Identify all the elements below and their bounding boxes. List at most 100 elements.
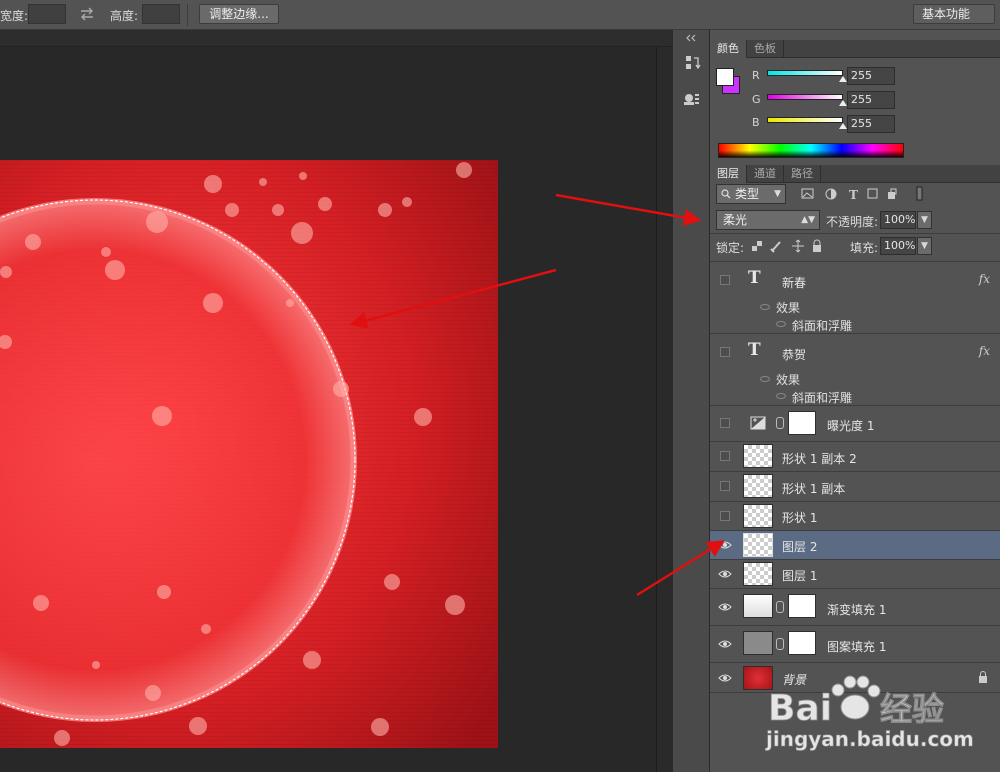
swap-icon[interactable] (79, 6, 95, 22)
height-field[interactable] (142, 4, 180, 24)
channel-r-slider[interactable] (767, 70, 843, 76)
eye-icon[interactable] (718, 567, 732, 581)
visibility-toggle[interactable] (720, 275, 730, 285)
eye-icon[interactable] (718, 600, 732, 614)
link-icon[interactable] (776, 638, 784, 650)
channel-b-slider[interactable] (767, 117, 843, 123)
filter-kind-label: 类型 (735, 187, 760, 201)
layer-row-gradient-fill[interactable]: 渐变填充 1 (710, 589, 1000, 626)
effect-bevel-label[interactable]: 斜面和浮雕 (792, 389, 852, 406)
layer-name[interactable]: 形状 1 副本 2 (782, 450, 857, 467)
layer-thumbnail[interactable] (743, 562, 773, 586)
tab-paths[interactable]: 路径 (784, 165, 821, 183)
color-panel-tabs: 颜色 色板 (710, 40, 1000, 58)
visibility-toggle[interactable] (720, 347, 730, 357)
layer-thumbnail[interactable] (743, 504, 773, 528)
blend-mode-value: 柔光 (723, 213, 748, 227)
canvas-image[interactable] (0, 160, 498, 748)
channel-g-slider[interactable] (767, 94, 843, 100)
layer-name[interactable]: 背景 (782, 671, 806, 688)
layer-row-pattern-fill[interactable]: 图案填充 1 (710, 626, 1000, 663)
layer-thumbnail[interactable] (743, 533, 773, 557)
link-icon[interactable] (776, 601, 784, 613)
properties-panel-button[interactable] (679, 88, 705, 112)
layer-row-shape-copy[interactable]: 形状 1 副本 (710, 472, 1000, 502)
layer-name[interactable]: 曝光度 1 (827, 417, 874, 434)
gradient-fill-thumbnail[interactable] (743, 594, 773, 618)
history-panel-button[interactable] (679, 52, 705, 76)
layer-name[interactable]: 形状 1 (782, 509, 817, 526)
visibility-toggle[interactable] (720, 481, 730, 491)
visibility-toggle[interactable] (720, 418, 730, 428)
layer-mask-thumbnail[interactable] (788, 594, 816, 618)
blend-mode-dropdown[interactable]: 柔光 ▲▼ (716, 210, 820, 230)
collapse-icon[interactable] (684, 34, 698, 42)
channel-b-input[interactable]: 255 (847, 115, 895, 133)
layer-row-background[interactable]: 背景 (710, 663, 1000, 693)
layer-mask-thumbnail[interactable] (788, 631, 816, 655)
layer-thumbnail[interactable] (743, 474, 773, 498)
layer-row-text-xinchun[interactable]: T 新春 fx 效果 斜面和浮雕 (710, 262, 1000, 334)
layer-name[interactable]: 图层 2 (782, 538, 817, 555)
effects-label: 效果 (776, 301, 801, 315)
layer-row-shape-copy2[interactable]: 形状 1 副本 2 (710, 442, 1000, 472)
layer-row-layer-2[interactable]: 图层 2 (710, 531, 1000, 560)
fx-icon[interactable]: fx (979, 344, 990, 358)
refine-edge-button[interactable]: 调整边缘... (199, 4, 279, 24)
link-icon[interactable] (776, 417, 784, 429)
channel-g-input[interactable]: 255 (847, 91, 895, 109)
layer-name[interactable]: 图案填充 1 (827, 638, 886, 655)
channel-g-thumb[interactable] (839, 100, 847, 106)
layer-name[interactable]: 形状 1 副本 (782, 480, 845, 497)
layer-filter-dropdown[interactable]: 类型 ▼ (716, 184, 786, 204)
tab-color[interactable]: 颜色 (710, 40, 747, 58)
visibility-toggle[interactable] (720, 511, 730, 521)
layer-thumbnail[interactable] (743, 444, 773, 468)
tab-layers[interactable]: 图层 (710, 165, 747, 183)
layer-row-shape-1[interactable]: 形状 1 (710, 502, 1000, 531)
lock-options-icons[interactable] (750, 239, 830, 253)
tab-channels[interactable]: 通道 (747, 165, 784, 183)
layers-panel-tabs: 图层 通道 路径 (710, 165, 1000, 183)
channel-b-thumb[interactable] (839, 123, 847, 129)
workspace-switcher[interactable]: 基本功能 (913, 4, 995, 24)
pattern-fill-thumbnail[interactable] (743, 631, 773, 655)
panel-icon-strip (672, 30, 710, 772)
channel-r-input[interactable]: 255 (847, 67, 895, 85)
layer-name[interactable]: 图层 1 (782, 567, 817, 584)
visibility-toggle[interactable] (720, 451, 730, 461)
effect-bevel-label[interactable]: 斜面和浮雕 (792, 317, 852, 334)
effect-eye-icon[interactable] (776, 321, 786, 327)
channel-r-thumb[interactable] (839, 76, 847, 82)
channel-b-label: B (752, 116, 760, 129)
layer-list: T 新春 fx 效果 斜面和浮雕 T 恭贺 fx 效果 斜面和浮雕 曝光度 1 (710, 262, 1000, 693)
background-thumbnail[interactable] (743, 666, 773, 690)
eye-icon[interactable] (718, 637, 732, 651)
layer-row-text-gonghe[interactable]: T 恭贺 fx 效果 斜面和浮雕 (710, 334, 1000, 406)
layer-name[interactable]: 恭贺 (782, 346, 806, 363)
layer-row-exposure[interactable]: 曝光度 1 (710, 406, 1000, 442)
opacity-input[interactable]: 100% (880, 211, 916, 229)
layer-mask-thumbnail[interactable] (788, 411, 816, 435)
eye-icon[interactable] (718, 538, 732, 552)
tab-swatches[interactable]: 色板 (747, 40, 784, 58)
layer-row-layer-1[interactable]: 图层 1 (710, 560, 1000, 589)
fx-icon[interactable]: fx (979, 272, 990, 286)
effects-eye-icon[interactable] (760, 376, 770, 382)
effect-eye-icon[interactable] (776, 393, 786, 399)
fill-input[interactable]: 100% (880, 237, 916, 255)
color-ramp[interactable] (718, 143, 904, 158)
history-icon (686, 56, 701, 70)
layer-filter-icons[interactable]: T (800, 186, 930, 202)
opacity-dropdown-button[interactable]: ▼ (917, 211, 932, 229)
fill-dropdown-button[interactable]: ▼ (917, 237, 932, 255)
foreground-color-swatch[interactable] (716, 68, 734, 86)
document-tab-strip (0, 30, 672, 47)
width-field[interactable] (28, 4, 66, 24)
layer-name[interactable]: 新春 (782, 274, 806, 291)
layer-name[interactable]: 渐变填充 1 (827, 601, 886, 618)
effects-eye-icon[interactable] (760, 304, 770, 310)
eye-icon[interactable] (718, 671, 732, 685)
vertical-scrollbar[interactable] (656, 47, 672, 772)
channel-r-label: R (752, 69, 760, 82)
